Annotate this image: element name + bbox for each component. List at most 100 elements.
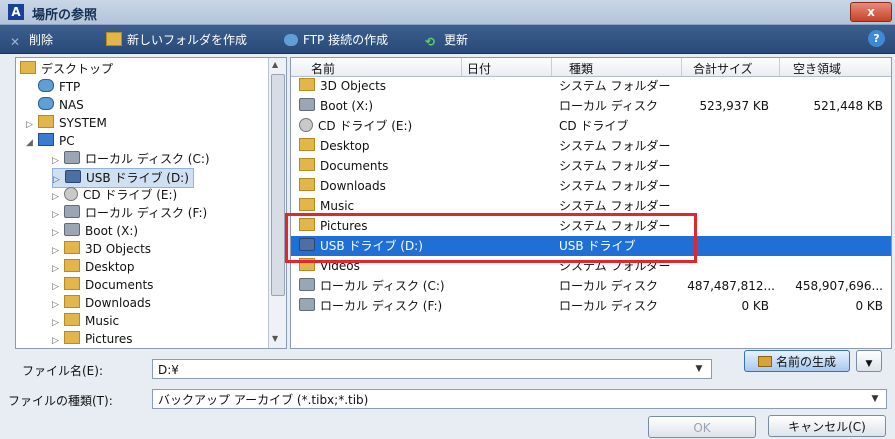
row-name: Music: [320, 199, 355, 213]
column-name-header[interactable]: 名前: [311, 60, 335, 77]
row-name: 3D Objects: [320, 79, 387, 93]
tree-item-label: Documents: [85, 278, 154, 292]
ok-button[interactable]: OK: [648, 416, 756, 438]
tree-item-label: 3D Objects: [85, 242, 152, 256]
drive-icon: [299, 98, 315, 111]
tree-item-pc[interactable]: ◢ PC: [26, 132, 75, 150]
column-divider[interactable]: [461, 58, 462, 76]
row-total-size: 487,487,812...: [687, 279, 775, 293]
tree-item-music[interactable]: ▷ Music: [52, 312, 119, 330]
filetype-select[interactable]: バックアップ アーカイブ (*.tibx;*.tib): [152, 389, 887, 409]
new-folder-label: 新しいフォルダを作成: [127, 33, 248, 47]
list-row[interactable]: Downloads システム フォルダー: [291, 176, 891, 196]
row-name: Boot (X:): [320, 99, 374, 113]
network-icon: [38, 97, 54, 110]
app-logo-icon: A: [8, 4, 24, 20]
folder-tree: デスクトップ FTP NAS ▷ SYSTEM ◢ PC ▷ ローカル ディスク (C…: [15, 57, 287, 349]
scroll-down-arrow-icon[interactable]: ▼: [272, 334, 278, 343]
help-icon[interactable]: ?: [868, 30, 885, 47]
row-type: CD ドライブ: [559, 119, 629, 133]
generate-name-button[interactable]: 名前の生成: [744, 350, 850, 372]
tree-item-downloads[interactable]: ▷ Downloads: [52, 294, 151, 312]
folder-icon: [20, 61, 36, 74]
browse-location-dialog: A 場所の参照 x ✕ 削除 新しいフォルダを作成 FTP 接続の作成 ⟲ 更新 ?…: [0, 0, 895, 439]
list-row[interactable]: 3D Objects システム フォルダー: [291, 76, 891, 96]
row-type: システム フォルダー: [559, 139, 671, 153]
folder-icon: [38, 115, 54, 128]
tree-scrollbar-thumb[interactable]: [271, 74, 285, 296]
row-type: ローカル ディスク: [559, 299, 658, 313]
column-divider[interactable]: [551, 58, 552, 76]
row-name: ローカル ディスク (F:): [320, 299, 443, 313]
tree-item-ftp[interactable]: FTP: [38, 78, 80, 96]
new-folder-button[interactable]: 新しいフォルダを作成: [106, 31, 247, 48]
row-name: CD ドライブ (E:): [318, 119, 413, 133]
drive-icon: [64, 223, 80, 236]
list-row[interactable]: ローカル ディスク (C:) ローカル ディスク 487,487,812... …: [291, 276, 891, 296]
tree-item-label: SYSTEM: [59, 116, 107, 130]
folder-icon: [299, 198, 315, 211]
column-divider[interactable]: [681, 58, 682, 76]
tree-item-cd-drive-e[interactable]: ▷ CD ドライブ (E:): [52, 186, 177, 204]
row-name: Desktop: [320, 139, 370, 153]
column-divider[interactable]: [779, 58, 780, 76]
tree-item-local-disk-c[interactable]: ▷ ローカル ディスク (C:): [52, 150, 210, 168]
tree-item-label: PC: [59, 134, 75, 148]
toolbar: ✕ 削除 新しいフォルダを作成 FTP 接続の作成 ⟲ 更新 ?: [0, 25, 895, 54]
network-icon: [38, 79, 54, 92]
filename-input[interactable]: D:¥: [152, 359, 712, 379]
column-header-row: 名前 日付 種類 合計サイズ 空き領域: [291, 58, 891, 77]
tree-item-desktop[interactable]: ▷ Desktop: [52, 258, 135, 276]
list-row[interactable]: Documents システム フォルダー: [291, 156, 891, 176]
close-button[interactable]: x: [850, 2, 892, 22]
row-type: システム フォルダー: [559, 179, 671, 193]
refresh-button[interactable]: ⟲ 更新: [425, 31, 469, 49]
filetype-dropdown-arrow-icon[interactable]: ▼: [866, 389, 884, 409]
create-ftp-connection-button[interactable]: FTP 接続の作成: [284, 31, 388, 48]
folder-icon: [64, 295, 80, 308]
list-row[interactable]: Boot (X:) ローカル ディスク 523,937 KB 521,448 K…: [291, 96, 891, 116]
tree-item-label: NAS: [59, 98, 84, 112]
folder-icon: [64, 259, 80, 272]
row-name: Documents: [320, 159, 389, 173]
tree-item-local-disk-f[interactable]: ▷ ローカル ディスク (F:): [52, 204, 207, 222]
refresh-label: 更新: [444, 33, 469, 47]
tree-item-system[interactable]: ▷ SYSTEM: [26, 114, 107, 132]
tree-item-label: USB ドライブ (D:): [86, 171, 189, 185]
column-type-header[interactable]: 種類: [569, 60, 593, 77]
tree-item-boot-x[interactable]: ▷ Boot (X:): [52, 222, 138, 240]
list-row[interactable]: CD ドライブ (E:) CD ドライブ: [291, 116, 891, 136]
tree-item-documents[interactable]: ▷ Documents: [52, 276, 153, 294]
filename-dropdown-arrow-icon[interactable]: ▼: [690, 359, 708, 379]
cancel-button[interactable]: キャンセル(C): [768, 415, 886, 437]
tree-item-nas[interactable]: NAS: [38, 96, 84, 114]
collapse-arrow-icon[interactable]: ◢: [26, 134, 38, 152]
column-total-size-header[interactable]: 合計サイズ: [693, 60, 753, 77]
tree-item-3d-objects[interactable]: ▷ 3D Objects: [52, 240, 151, 258]
tree-item-usb-drive-d[interactable]: ▷ USB ドライブ (D:): [52, 168, 194, 188]
refresh-icon: ⟲: [425, 35, 436, 49]
tree-scrollbar[interactable]: ▲ ▼: [268, 58, 286, 348]
expand-arrow-icon[interactable]: ▷: [52, 332, 64, 348]
tree-item-pictures[interactable]: ▷ Pictures: [52, 330, 133, 348]
row-type: システム フォルダー: [559, 79, 671, 93]
tag-icon: [757, 356, 772, 367]
tree-item-label: CD ドライブ (E:): [83, 188, 178, 202]
chevron-down-icon: ▼: [865, 359, 873, 369]
folder-icon: [299, 138, 315, 151]
tree-item-label: Desktop: [85, 260, 135, 274]
drive-icon: [64, 151, 80, 164]
folder-icon: [299, 78, 315, 91]
list-row[interactable]: Desktop システム フォルダー: [291, 136, 891, 156]
list-row[interactable]: ローカル ディスク (F:) ローカル ディスク 0 KB 0 KB: [291, 296, 891, 316]
delete-button[interactable]: ✕ 削除: [10, 31, 53, 49]
generate-name-label: 名前の生成: [775, 355, 836, 369]
generate-name-dropdown-button[interactable]: ▼: [856, 350, 882, 372]
column-free-space-header[interactable]: 空き領域: [793, 60, 841, 77]
computer-icon: [38, 133, 54, 146]
drive-icon: [299, 278, 315, 291]
tree-item-desktop-root[interactable]: デスクトップ: [20, 60, 113, 78]
column-date-header[interactable]: 日付: [467, 60, 491, 77]
scroll-up-arrow-icon[interactable]: ▲: [272, 60, 278, 69]
row-total-size: 523,937 KB: [699, 99, 769, 113]
